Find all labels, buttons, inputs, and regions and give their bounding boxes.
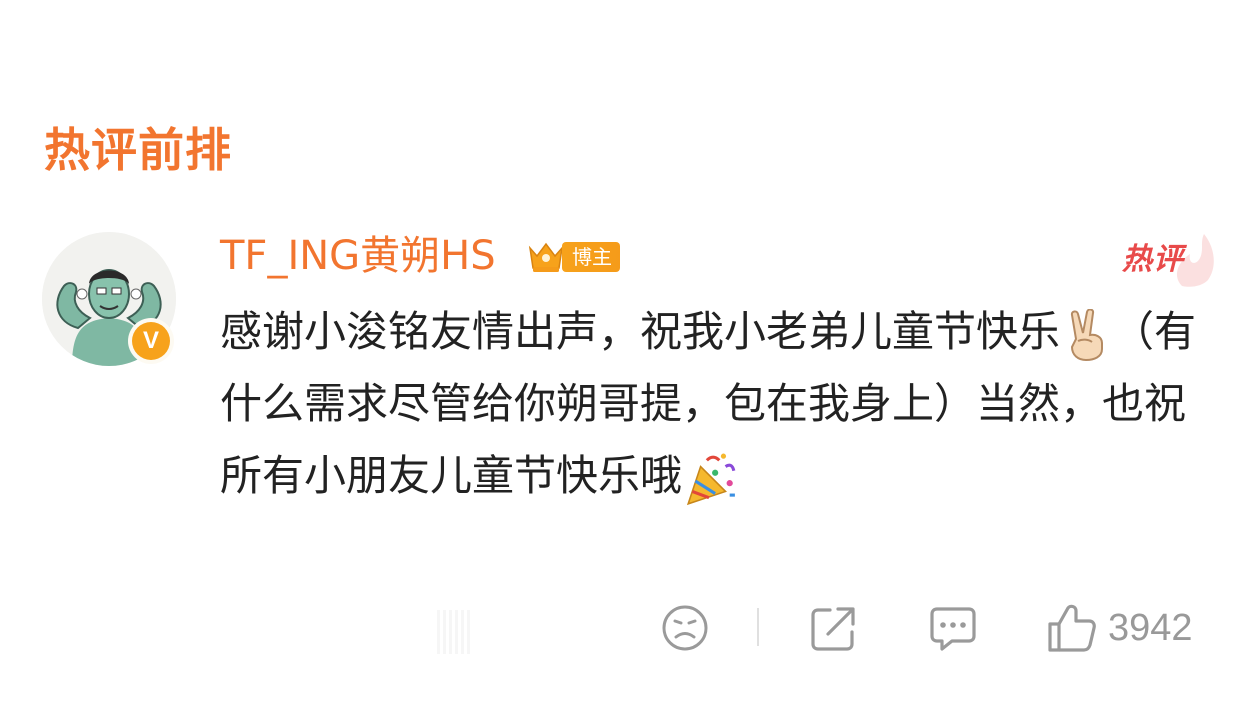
hot-comment-label: 热评 (1122, 242, 1184, 277)
share-icon (811, 607, 855, 651)
comment-text-part1: 感谢小浚铭友情出声，祝我小老弟儿童节快乐 (220, 307, 1061, 356)
thumbs-up-icon (1048, 604, 1096, 652)
verified-letter: V (132, 322, 170, 360)
comment-username[interactable]: TF_ING黄朔HS (220, 228, 496, 284)
comment-body: 感谢小浚铭友情出声，祝我小老弟儿童节快乐 （有什么需求尽管给你朔哥提，包在我身上… (220, 296, 1215, 512)
sad-face-icon (662, 605, 708, 651)
comment-panel: 热评前排 V TF_ING黄朔HS 博主 热评 感谢小浚铭友情出声，祝我小老弟儿… (0, 0, 1260, 708)
comment-actions: 3942 (0, 600, 1260, 656)
blogger-label: 博主 (562, 242, 620, 272)
dislike-button[interactable] (660, 600, 710, 656)
like-count: 3942 (1108, 606, 1193, 649)
action-divider (757, 608, 759, 646)
like-button[interactable]: 3942 (1046, 600, 1193, 656)
share-button[interactable] (808, 600, 860, 656)
crown-icon (528, 242, 564, 272)
blogger-badge: 博主 (526, 240, 620, 274)
section-title: 热评前排 (44, 123, 232, 177)
hot-comment-badge: 热评 (1120, 232, 1216, 288)
victory-hand-emoji (1070, 308, 1104, 361)
party-popper-emoji (686, 453, 736, 505)
comment-icon (930, 607, 976, 651)
verified-badge: V (128, 318, 174, 364)
comment-button[interactable] (928, 600, 978, 656)
